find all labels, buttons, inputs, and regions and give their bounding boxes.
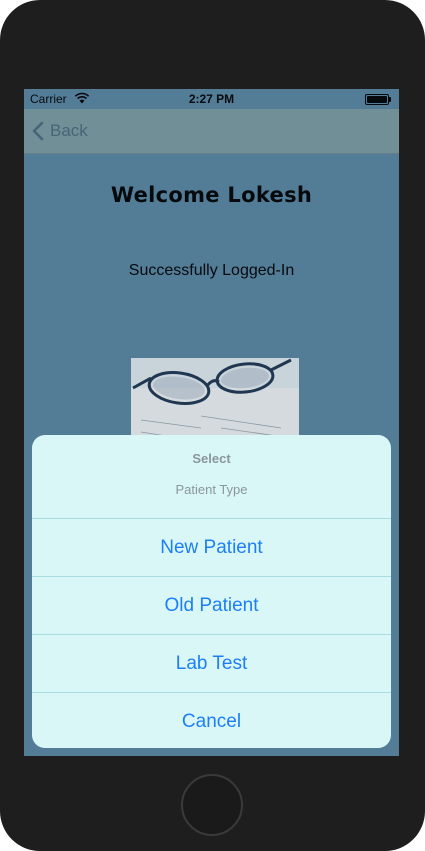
new-patient-button[interactable]: New Patient [32,519,391,577]
action-sheet-message: Patient Type [175,482,248,497]
action-sheet-title: Select [192,451,231,466]
cancel-button[interactable]: Cancel [32,693,391,748]
patient-type-action-sheet: Select Patient Type New Patient Old Pati… [32,435,391,748]
action-sheet-header: Select Patient Type [32,435,391,519]
simulator-device-frame: Carrier 2:27 PM Back Welcome Lokesh Succ… [0,0,425,851]
cropped-background-text [403,823,425,851]
home-button[interactable] [181,774,243,836]
old-patient-button[interactable]: Old Patient [32,577,391,635]
app-screen: Carrier 2:27 PM Back Welcome Lokesh Succ… [24,89,399,756]
lab-test-button[interactable]: Lab Test [32,635,391,693]
